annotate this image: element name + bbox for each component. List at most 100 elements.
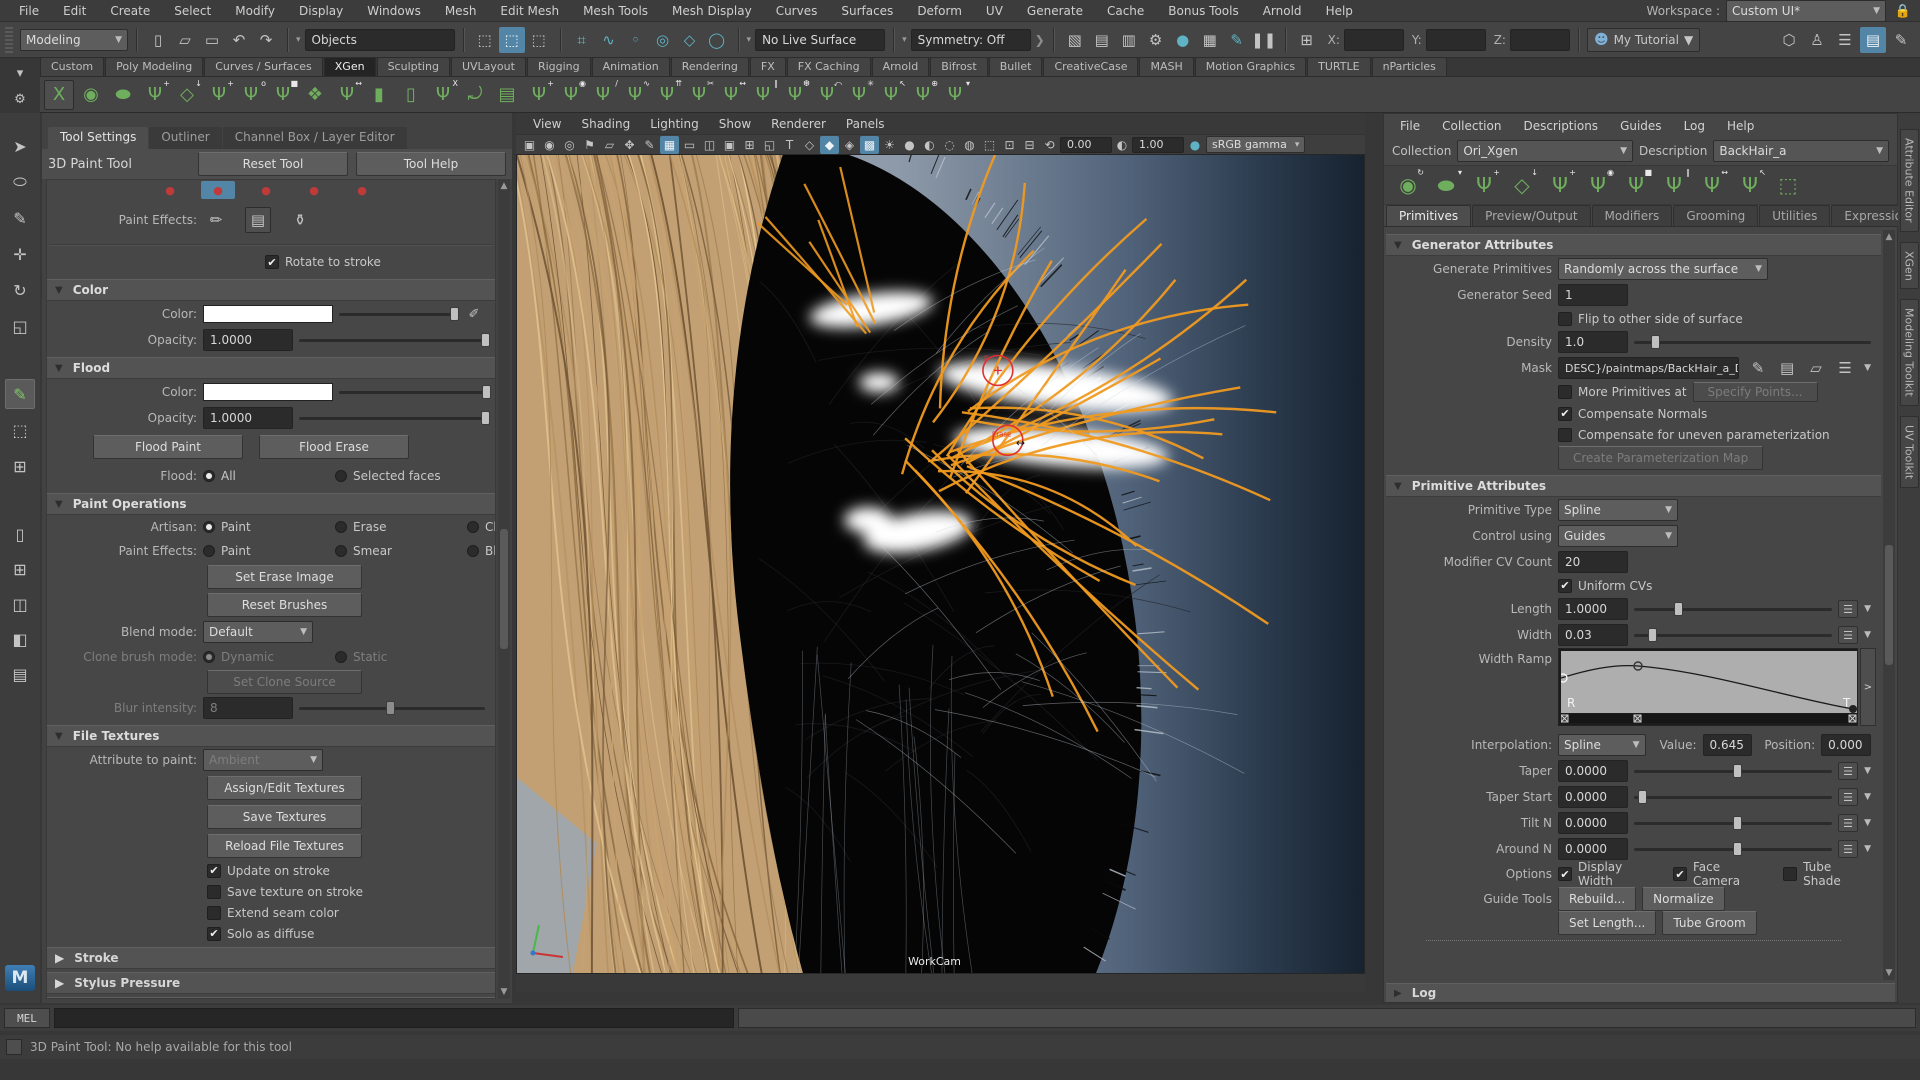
face-camera-checkbox[interactable]: ✔ bbox=[1673, 867, 1687, 881]
load-map-icon[interactable]: ▱ bbox=[1803, 355, 1829, 381]
expression-icon[interactable]: ☰ bbox=[1838, 814, 1858, 832]
assign-edit-textures-button[interactable]: Assign/Edit Textures bbox=[207, 776, 362, 800]
menu-display[interactable]: Display bbox=[288, 2, 354, 20]
multisample-icon[interactable]: ◍ bbox=[960, 136, 979, 154]
menu-bonus-tools[interactable]: Bonus Tools bbox=[1157, 2, 1249, 20]
flood-opacity-field[interactable]: 1.0000 bbox=[203, 407, 293, 429]
reset-tool-button[interactable]: Reset Tool bbox=[198, 152, 348, 176]
file-new-icon[interactable]: ▯ bbox=[145, 27, 171, 53]
shelf-tab-uvlayout[interactable]: UVLayout bbox=[451, 57, 526, 76]
interpolation-dropdown[interactable]: Spline▼ bbox=[1558, 734, 1646, 756]
safe-action-icon[interactable]: ◱ bbox=[760, 136, 779, 154]
create-description-icon[interactable]: Ψ+ bbox=[140, 80, 170, 110]
safe-title-icon[interactable]: T bbox=[780, 136, 799, 154]
marquee-zoom-icon[interactable]: ⬚ bbox=[5, 415, 35, 445]
groom-flood-icon[interactable]: Ψ▾ bbox=[940, 80, 970, 110]
grease-pencil-icon[interactable]: ✎ bbox=[640, 136, 659, 154]
modifier-cv-count-field[interactable]: 20 bbox=[1558, 551, 1628, 573]
ipr-render-icon[interactable]: ▥ bbox=[1116, 27, 1142, 53]
menu-create[interactable]: Create bbox=[99, 2, 161, 20]
expression-icon[interactable]: ☰ bbox=[1838, 600, 1858, 618]
xgen-lens-icon[interactable]: ⬬▾ bbox=[1430, 169, 1462, 201]
section-stylus-pressure-header[interactable]: ▶Stylus Pressure bbox=[47, 972, 495, 994]
hypershade-icon[interactable]: ● bbox=[1170, 27, 1196, 53]
flood-paint-button[interactable]: Flood Paint bbox=[93, 435, 243, 459]
humanik-icon[interactable]: ♙ bbox=[1804, 27, 1830, 53]
snap-to-projected-center-icon[interactable]: ◎ bbox=[650, 27, 676, 53]
groom-freeze-icon[interactable]: Ψ✳ bbox=[844, 80, 874, 110]
select-by-object-icon[interactable]: ⬚ bbox=[499, 27, 525, 53]
specify-points-button[interactable]: Specify Points... bbox=[1693, 382, 1818, 402]
panel-tab-tool-settings[interactable]: Tool Settings bbox=[48, 127, 148, 149]
rotate-to-stroke-checkbox[interactable]: ✔ bbox=[265, 255, 279, 269]
tab-attribute-editor[interactable]: Attribute Editor bbox=[1900, 129, 1919, 232]
groom-length-icon[interactable]: Ψ⇈ bbox=[652, 80, 682, 110]
menu-surfaces[interactable]: Surfaces bbox=[830, 2, 904, 20]
shelf-tab-motion-graphics[interactable]: Motion Graphics bbox=[1195, 57, 1306, 76]
shelf-tab-bifrost[interactable]: Bifrost bbox=[930, 57, 988, 76]
select-by-component-icon[interactable]: ⬚ bbox=[526, 27, 552, 53]
taper-slider[interactable] bbox=[1634, 762, 1832, 780]
artisan-brush-1-icon[interactable]: ● bbox=[153, 181, 187, 199]
ramp-position-field[interactable]: 0.000 bbox=[1821, 734, 1871, 756]
lasso-tool-icon[interactable]: ⬭ bbox=[5, 167, 35, 197]
save-map-icon[interactable]: ▤ bbox=[1774, 355, 1800, 381]
attribute-editor-icon[interactable]: ▤ bbox=[1860, 27, 1886, 53]
gate-mask-icon[interactable]: ▣ bbox=[720, 136, 739, 154]
scroll-up-icon[interactable]: ▲ bbox=[1886, 230, 1893, 244]
menu-generate[interactable]: Generate bbox=[1016, 2, 1094, 20]
flood-color-swatch[interactable] bbox=[203, 383, 333, 401]
viewport-menu-lighting[interactable]: Lighting bbox=[641, 115, 708, 133]
artisan-brush-2-icon[interactable]: ● bbox=[201, 181, 235, 199]
wireframe-on-shaded-icon[interactable]: ◈ bbox=[840, 136, 859, 154]
shelf-tab-nparticles[interactable]: nParticles bbox=[1372, 57, 1447, 76]
groom-description-icon[interactable]: ▤ bbox=[492, 80, 522, 110]
pick-walk-icon[interactable]: ⊞ bbox=[5, 451, 35, 481]
flood-option-selected-faces[interactable] bbox=[335, 470, 347, 482]
xgen-tab-utilities[interactable]: Utilities bbox=[1759, 205, 1830, 226]
groom-place-icon[interactable]: Ψ◉ bbox=[556, 80, 586, 110]
ramp-expand-button[interactable]: > bbox=[1860, 648, 1876, 726]
expression-icon[interactable]: ☰ bbox=[1838, 626, 1858, 644]
viewport-menu-shading[interactable]: Shading bbox=[572, 115, 639, 133]
blend-mode-dropdown[interactable]: Default▼ bbox=[203, 621, 313, 643]
tool-settings-icon[interactable]: ✎ bbox=[1888, 27, 1914, 53]
artisan-erase[interactable] bbox=[335, 521, 347, 533]
xgen-menu-collection[interactable]: Collection bbox=[1432, 117, 1511, 135]
expand-arrow-icon[interactable]: ❯ bbox=[1035, 33, 1045, 47]
menu-deform[interactable]: Deform bbox=[906, 2, 973, 20]
eyedropper-icon[interactable]: ✐ bbox=[463, 303, 485, 325]
artisan-brush-5-icon[interactable]: ● bbox=[345, 181, 379, 199]
export-patches-icon[interactable]: ◇↓ bbox=[172, 80, 202, 110]
xgen-menu-log[interactable]: Log bbox=[1674, 117, 1715, 135]
select-bound-faces-icon[interactable]: ⬚ bbox=[1772, 169, 1804, 201]
tilt-n-field[interactable]: 0.0000 bbox=[1558, 812, 1628, 834]
viewport-canvas[interactable]: P Erase ↔ WorkCam bbox=[516, 154, 1365, 974]
film-gate-icon[interactable]: ▭ bbox=[680, 136, 699, 154]
density-slider[interactable] bbox=[1634, 333, 1871, 351]
grid-icon[interactable]: ▦ bbox=[660, 136, 679, 154]
y-coord-field[interactable] bbox=[1426, 29, 1486, 51]
guide-width-icon[interactable]: Ψ↔ bbox=[332, 80, 362, 110]
make-live-icon[interactable]: ◯ bbox=[704, 27, 730, 53]
paint-select-tool-icon[interactable]: ✎ bbox=[5, 203, 35, 233]
pfx-op-smear[interactable] bbox=[335, 545, 347, 557]
uniform-cvs-checkbox[interactable]: ✔ bbox=[1558, 579, 1572, 593]
groom-cut-icon[interactable]: Ψ✂ bbox=[684, 80, 714, 110]
chevron-down-icon[interactable]: ▼ bbox=[1864, 630, 1871, 640]
isolate-select-icon[interactable]: ⬚ bbox=[980, 136, 999, 154]
flip-surface-checkbox[interactable] bbox=[1558, 312, 1572, 326]
symmetry-field[interactable]: Symmetry: Off bbox=[911, 29, 1031, 51]
move-tool-icon[interactable]: ✛ bbox=[5, 239, 35, 269]
snap-to-grid-icon[interactable]: ⌗ bbox=[569, 27, 595, 53]
mirror-guides-icon[interactable]: Ψ∥ bbox=[1658, 169, 1690, 201]
live-surface-field[interactable]: No Live Surface bbox=[755, 29, 885, 51]
groom-density-icon[interactable]: Ψ⊕ bbox=[908, 80, 938, 110]
shelf-tab-poly-modeling[interactable]: Poly Modeling bbox=[105, 57, 203, 76]
flood-color-slider[interactable] bbox=[339, 383, 485, 401]
width-slider[interactable] bbox=[1634, 626, 1832, 644]
filetex-update-on-stroke-checkbox[interactable]: ✔ bbox=[207, 864, 221, 878]
around-n-field[interactable]: 0.0000 bbox=[1558, 838, 1628, 860]
tool-panel-scrollbar[interactable]: ▲ ▼ bbox=[498, 179, 510, 999]
paint-color-slider[interactable] bbox=[339, 305, 457, 323]
